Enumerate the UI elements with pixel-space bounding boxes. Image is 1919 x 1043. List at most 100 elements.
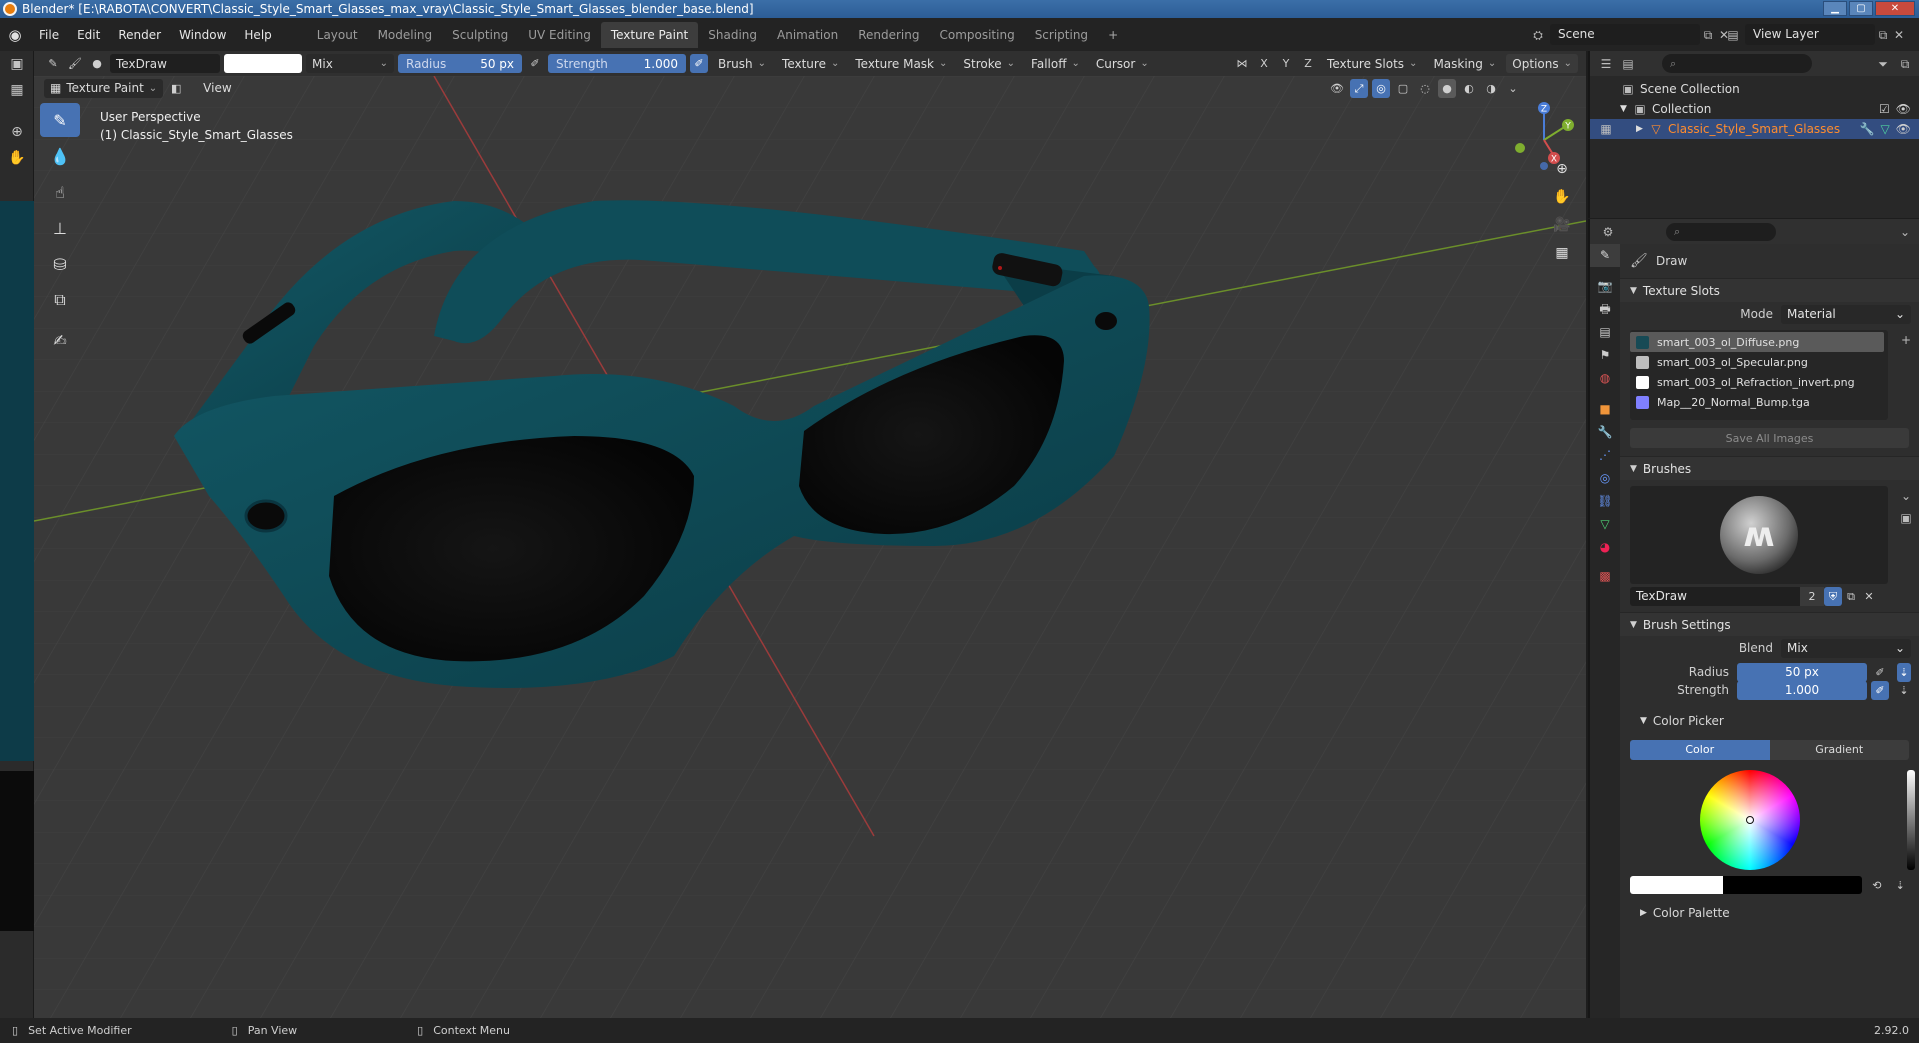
texture-slots-menu[interactable]: Texture Slots <box>1321 54 1423 73</box>
gizmo-toggle-icon[interactable]: ⤢ <box>1350 78 1368 98</box>
brush-color-swatch[interactable] <box>224 54 302 73</box>
value-slider[interactable] <box>1907 770 1915 870</box>
blend-dropdown[interactable]: Mix ⌄ <box>1781 638 1911 658</box>
object-visibility-icon[interactable]: 👁 <box>1896 122 1911 136</box>
clone-tool-icon[interactable]: ⊥ <box>40 211 80 245</box>
maximize-button[interactable]: ▢ <box>1849 1 1873 16</box>
brush-datablock-name[interactable]: TexDraw <box>1630 586 1800 606</box>
color-pressure-icon[interactable]: ⇣ <box>1892 876 1909 895</box>
wireframe-shading-icon[interactable]: ◌ <box>1416 79 1434 98</box>
view-layer-tab-icon[interactable]: ▤ <box>1590 321 1620 344</box>
rendered-shading-icon[interactable]: ◑ <box>1482 79 1500 98</box>
brush-image-icon[interactable]: ▣ <box>1898 510 1914 526</box>
unlink-brush-icon[interactable]: ✕ <box>1860 587 1878 606</box>
collection-row[interactable]: ▼ ▣ Collection ☑ 👁 <box>1590 99 1919 119</box>
tab-modeling[interactable]: Modeling <box>368 22 443 48</box>
properties-options-icon[interactable]: ⌄ <box>1897 224 1913 240</box>
world-tab-icon[interactable]: ◍ <box>1590 367 1620 390</box>
soften-tool-icon[interactable]: 💧 <box>40 139 80 173</box>
radius-prop-slider[interactable]: 50 px <box>1737 662 1867 682</box>
new-scene-icon[interactable]: ⧉ <box>1700 27 1716 43</box>
filter-icon[interactable]: ⏷ <box>1875 56 1891 72</box>
mesh-data-icon[interactable]: ▽ <box>1881 122 1890 136</box>
tab-compositing[interactable]: Compositing <box>929 22 1024 48</box>
ortho-toggle-icon[interactable]: ▦ <box>1548 240 1576 266</box>
tab-color[interactable]: Color <box>1630 740 1770 760</box>
pan-view-icon[interactable]: ✋ <box>1548 184 1576 210</box>
zoom-icon[interactable]: ⊕ <box>0 119 34 145</box>
strength-prop-pressure-icon[interactable]: ✐ <box>1871 680 1889 700</box>
radius-pressure-icon[interactable]: ✐ <box>526 54 544 73</box>
constraints-tab-icon[interactable]: ⛓ <box>1590 490 1620 513</box>
physics-tab-icon[interactable]: ◎ <box>1590 467 1620 490</box>
view-layer-selector[interactable]: ▤ View Layer ⧉ ✕ <box>1725 24 1907 45</box>
strength-pressure-icon[interactable]: ✐ <box>690 54 708 73</box>
display-mode-icon[interactable]: ▤ <box>1620 56 1636 72</box>
texture-menu[interactable]: Texture <box>776 54 845 73</box>
tab-texture-paint[interactable]: Texture Paint <box>600 21 699 48</box>
tab-uv-editing[interactable]: UV Editing <box>518 22 601 48</box>
blend-mode-dropdown[interactable]: Mix <box>306 54 394 73</box>
particles-tab-icon[interactable]: ⋰ <box>1590 444 1620 467</box>
editor-type-icon[interactable]: ▣ <box>0 51 34 77</box>
outliner-search-input[interactable]: ⌕ <box>1662 54 1812 73</box>
brushes-panel-header[interactable]: ▼ Brushes <box>1620 456 1919 480</box>
duplicate-brush-icon[interactable]: ⧉ <box>1842 587 1860 606</box>
scene-tab-icon[interactable]: ⚑ <box>1590 344 1620 367</box>
output-tab-icon[interactable]: 🖶 <box>1590 298 1620 321</box>
color-palette-subpanel-header[interactable]: ▶ Color Palette <box>1620 900 1919 926</box>
zoom-view-icon[interactable]: ⊕ <box>1548 156 1576 182</box>
strength-prop-unit-icon[interactable]: ⇣ <box>1897 681 1911 700</box>
mirror-y-toggle[interactable]: Y <box>1277 54 1295 73</box>
smear-tool-icon[interactable]: ☝ <box>40 175 80 209</box>
data-tab-icon[interactable]: ▽ <box>1590 513 1620 536</box>
scene-name-field[interactable]: Scene <box>1550 24 1700 45</box>
properties-editor-icon[interactable]: ⚙ <box>1600 224 1616 240</box>
material-shading-icon[interactable]: ◐ <box>1460 79 1478 98</box>
brush-fake-user-icon[interactable]: ● <box>88 54 106 73</box>
brush-name-field[interactable]: TexDraw <box>110 54 220 73</box>
strength-slider[interactable]: Strength 1.000 <box>548 54 686 73</box>
add-workspace-icon[interactable]: + <box>1098 22 1128 48</box>
save-all-images-button[interactable]: Save All Images <box>1630 428 1909 448</box>
brush-list-dropdown-icon[interactable]: ⌄ <box>1898 488 1914 504</box>
view-layer-field[interactable]: View Layer <box>1745 24 1875 45</box>
color-picker-subpanel-header[interactable]: ▼ Color Picker <box>1620 708 1919 734</box>
properties-search-input[interactable]: ⌕ <box>1666 222 1776 241</box>
menu-edit[interactable]: Edit <box>68 28 109 42</box>
view-menu[interactable]: View <box>197 79 237 98</box>
texture-slot-refraction[interactable]: smart_003_ol_Refraction_invert.png <box>1630 372 1888 392</box>
collection-visibility-icon[interactable]: 👁 <box>1896 102 1911 116</box>
mask-toggle-icon[interactable]: ◧ <box>167 79 185 98</box>
menu-file[interactable]: File <box>30 28 68 42</box>
options-menu[interactable]: Options <box>1506 54 1578 73</box>
radius-prop-unit-icon[interactable]: ⇣ <box>1897 662 1911 682</box>
new-collection-icon[interactable]: ⧉ <box>1897 56 1913 72</box>
close-button[interactable]: ✕ <box>1875 1 1915 16</box>
tab-layout[interactable]: Layout <box>307 22 368 48</box>
minimize-button[interactable]: ▁ <box>1823 1 1847 16</box>
texture-slot-diffuse[interactable]: smart_003_ol_Diffuse.png <box>1630 332 1884 352</box>
mirror-x-toggle[interactable]: X <box>1255 54 1273 73</box>
tab-sculpting[interactable]: Sculpting <box>442 22 518 48</box>
brush-menu[interactable]: Brush <box>712 54 772 73</box>
texture-mask-menu[interactable]: Texture Mask <box>849 54 953 73</box>
delete-view-layer-icon[interactable]: ✕ <box>1891 27 1907 43</box>
menu-window[interactable]: Window <box>170 28 235 42</box>
radius-slider[interactable]: Radius 50 px <box>398 54 522 73</box>
pan-hand-icon[interactable]: ✋ <box>0 145 34 171</box>
texture-slot-normal[interactable]: Map__20_Normal_Bump.tga <box>1630 392 1888 412</box>
swap-colors-icon[interactable]: ⟲ <box>1868 876 1885 895</box>
blender-logo-icon[interactable]: ◉ <box>0 26 30 44</box>
primary-secondary-color[interactable] <box>1630 876 1863 894</box>
3d-viewport[interactable]: User Perspective (1) Classic_Style_Smart… <box>34 76 1586 1018</box>
brush-preview[interactable]: ʍ <box>1630 486 1888 584</box>
object-tab-icon[interactable]: ■ <box>1590 398 1620 421</box>
texture-tab-icon[interactable]: ▩ <box>1590 565 1620 588</box>
visibility-icon[interactable]: 👁 <box>1328 79 1346 98</box>
annotate-tool-icon[interactable]: ✍ <box>40 323 80 357</box>
masking-menu[interactable]: Masking <box>1427 54 1502 73</box>
tool-tab-icon[interactable]: ✎ <box>1590 244 1620 267</box>
render-tab-icon[interactable]: 📷 <box>1590 275 1620 298</box>
cursor-menu[interactable]: Cursor <box>1090 54 1155 73</box>
